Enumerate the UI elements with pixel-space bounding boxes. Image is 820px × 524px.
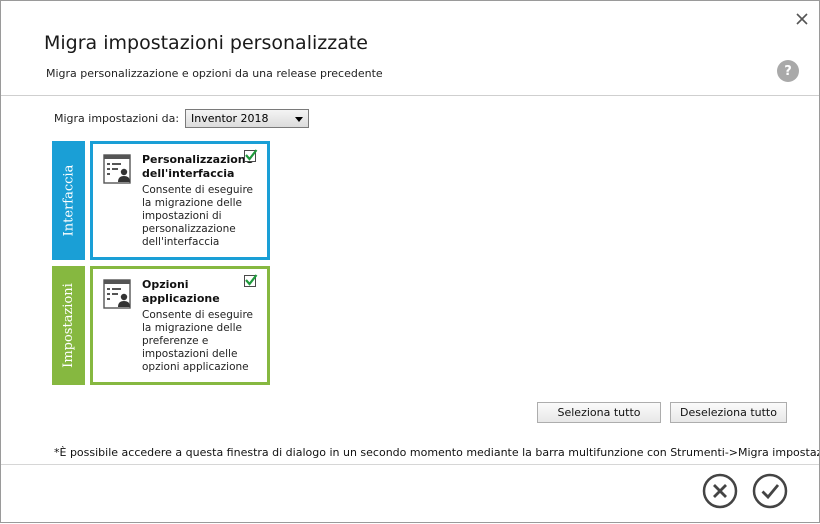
dialog-title: Migra impostazioni personalizzate [44, 32, 368, 54]
deselect-all-button[interactable]: Deseleziona tutto [670, 402, 787, 423]
migrate-from-label: Migra impostazioni da: [54, 112, 180, 125]
card-description: Consente di eseguire la migrazione delle… [142, 309, 254, 373]
card-application-options[interactable]: Opzioni applicazione Consente di eseguir… [90, 266, 270, 385]
card-title: Personalizzazione dell'interfaccia [142, 153, 254, 180]
dialog-subtitle: Migra personalizzazione e opzioni da una… [46, 67, 383, 80]
header-divider [1, 95, 819, 96]
chevron-down-icon [295, 117, 303, 122]
ok-icon[interactable] [751, 472, 789, 510]
help-icon[interactable]: ? [777, 60, 799, 82]
checkmark-icon [245, 274, 258, 286]
footer-divider [1, 464, 819, 465]
cancel-icon[interactable] [701, 472, 739, 510]
checkmark-icon [245, 149, 258, 161]
release-select[interactable]: Inventor 2018 [185, 109, 309, 128]
settings-user-icon [103, 279, 131, 309]
migrate-settings-dialog: Migra impostazioni personalizzate Migra … [0, 0, 820, 523]
tab-settings: Impostazioni [52, 266, 85, 385]
tab-settings-label: Impostazioni [61, 283, 76, 368]
tab-interface-label: Interfaccia [61, 164, 77, 237]
interface-checkbox[interactable] [244, 149, 258, 162]
close-icon[interactable] [793, 10, 811, 28]
card-interface-customization[interactable]: Personalizzazione dell'interfaccia Conse… [90, 141, 270, 260]
tab-interface: Interfaccia [52, 141, 85, 260]
options-checkbox[interactable] [244, 274, 258, 287]
footnote: *È possibile accedere a questa finestra … [54, 446, 820, 459]
select-all-button[interactable]: Seleziona tutto [537, 402, 661, 423]
settings-user-icon [103, 154, 131, 184]
release-select-value: Inventor 2018 [191, 112, 269, 125]
card-title: Opzioni applicazione [142, 278, 220, 305]
card-description: Consente di eseguire la migrazione delle… [142, 184, 254, 248]
